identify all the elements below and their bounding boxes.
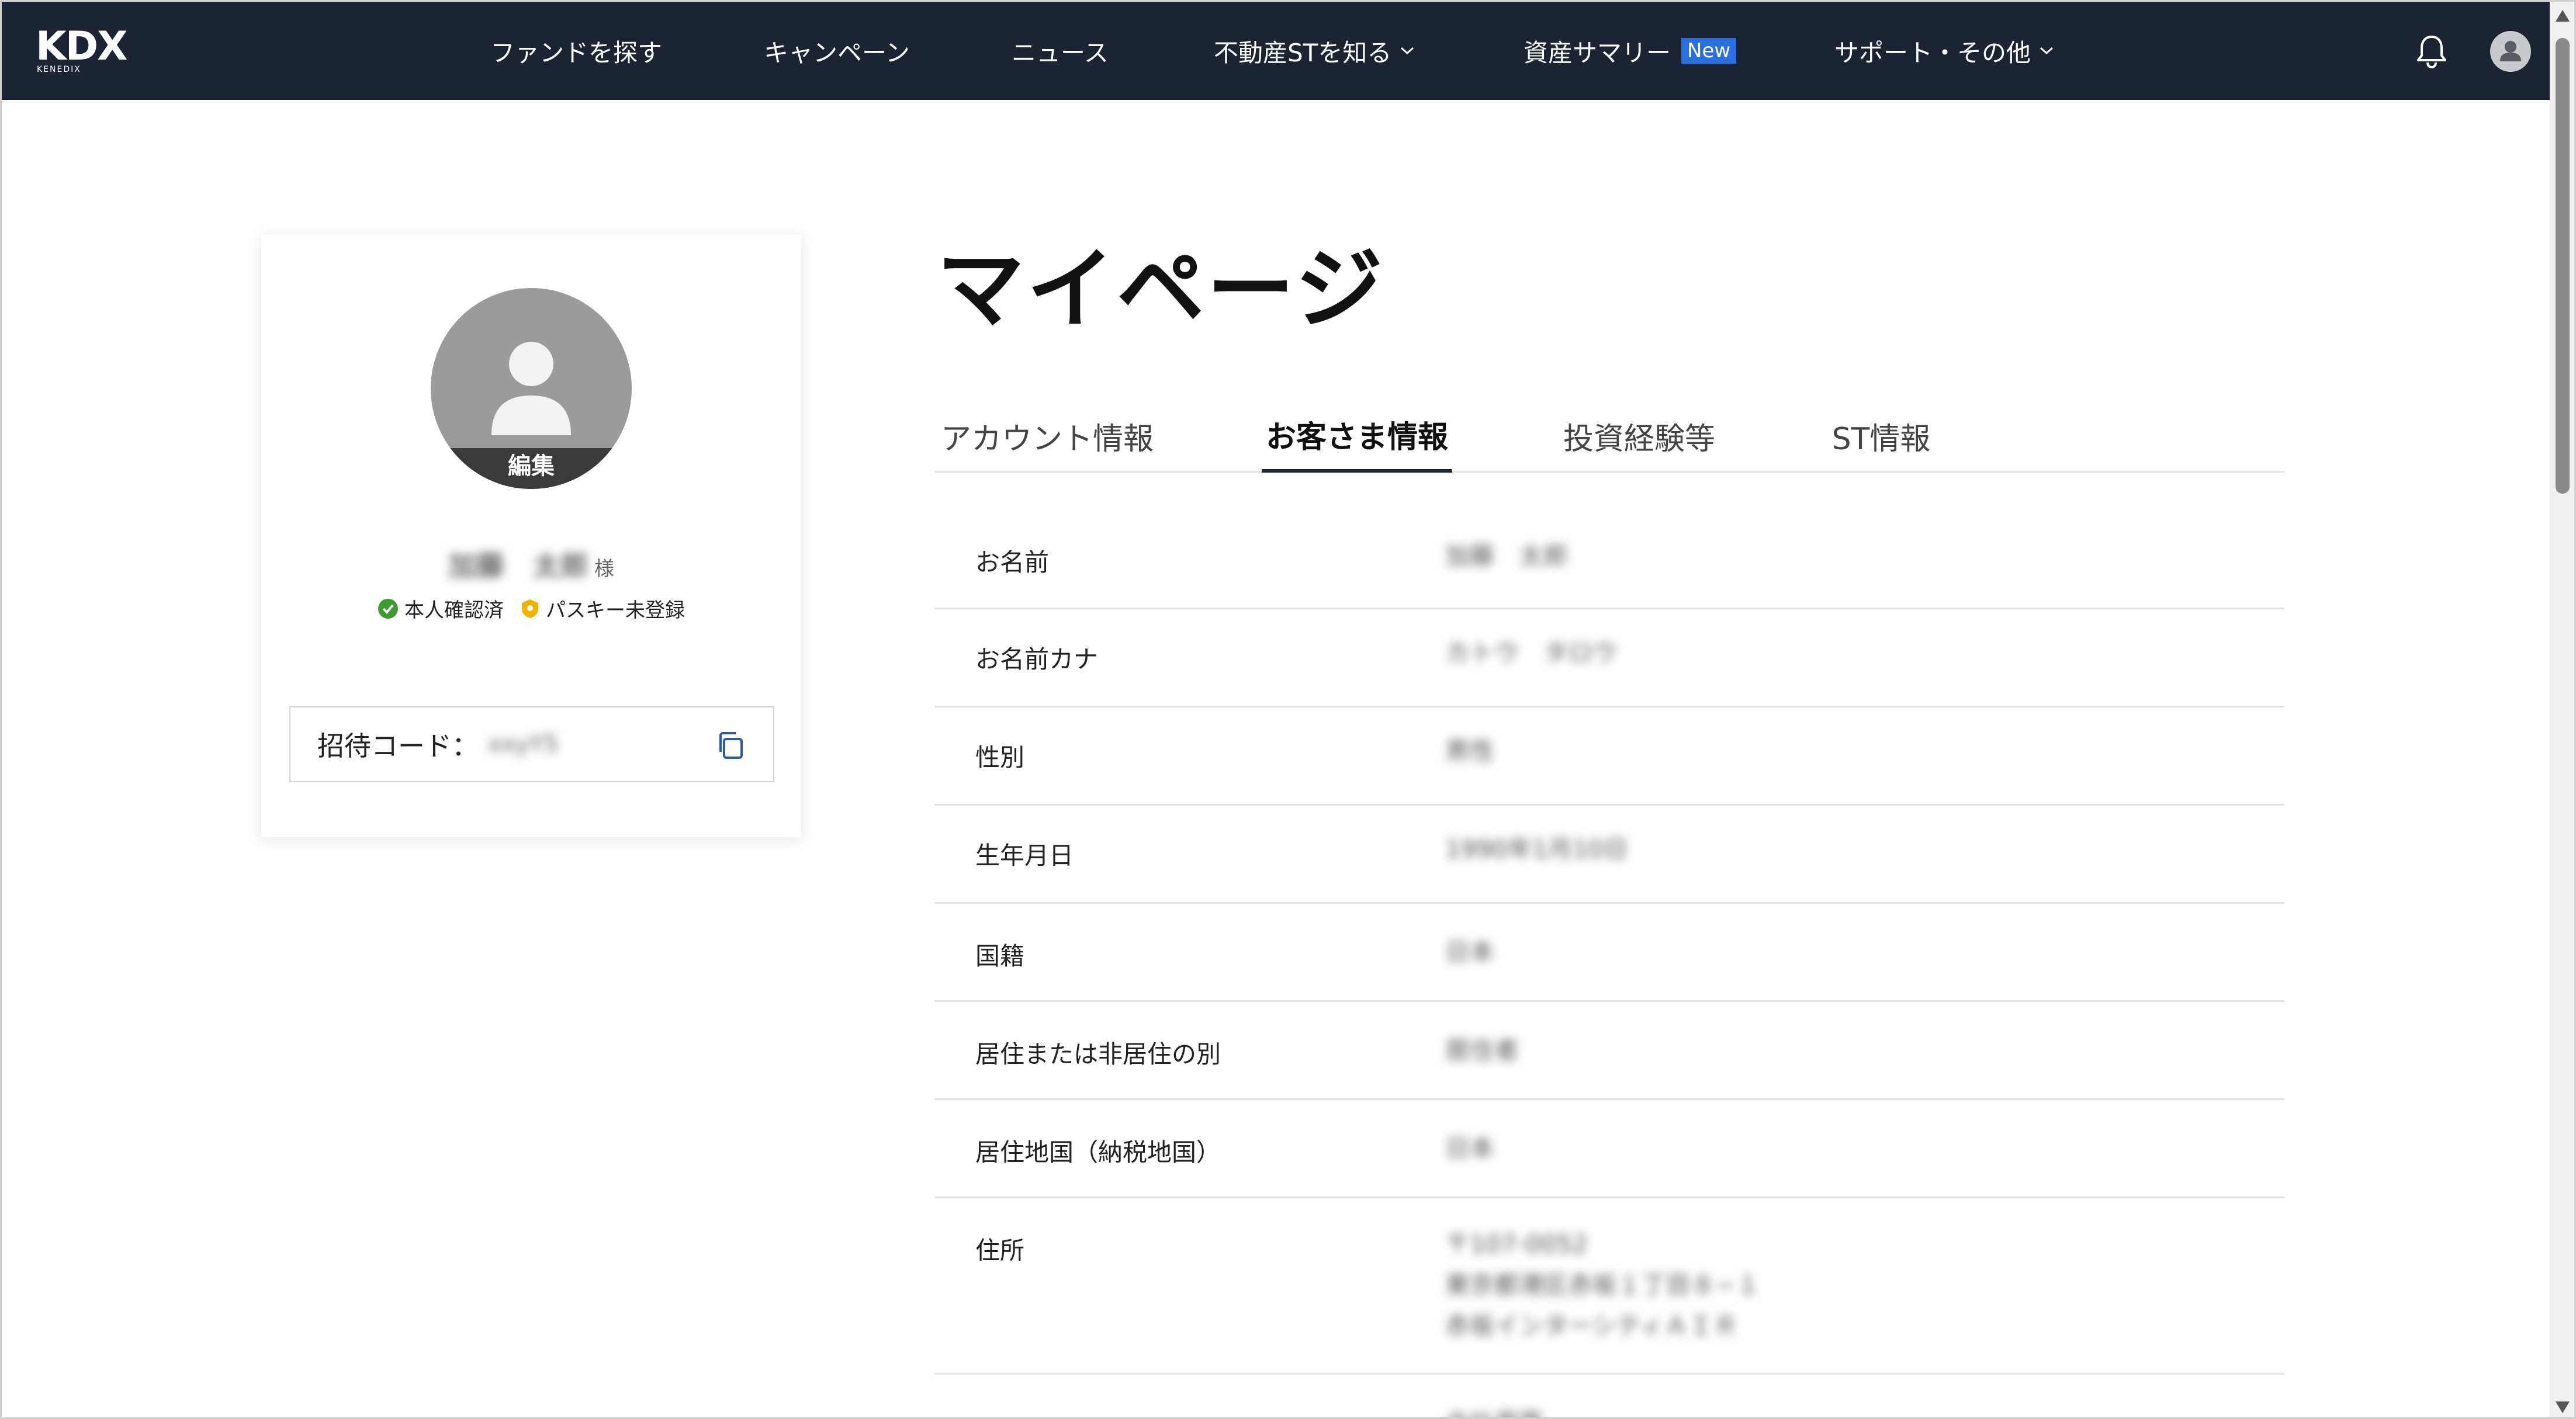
logo-text: KDX — [36, 23, 128, 70]
user-name-text: 加藤 太郎 — [448, 550, 588, 582]
row-value: カトウ タロウ — [1445, 639, 1618, 667]
nav-campaign[interactable]: キャンペーン — [764, 2, 910, 100]
badge-label: パスキー未登録 — [546, 599, 685, 622]
nav-label: 資産サマリー — [1524, 38, 1671, 67]
row-value: 日本 — [1445, 938, 1495, 966]
nav-asset-summary[interactable]: 資産サマリー New — [1524, 2, 1737, 100]
notification-bell-icon[interactable] — [2414, 33, 2449, 70]
tab-st-info[interactable]: ST情報 — [1829, 399, 1934, 473]
row-label: 生年月日 — [975, 841, 1074, 870]
tab-label: アカウント情報 — [940, 421, 1154, 457]
nav-support[interactable]: サポート・その他 — [1834, 2, 2054, 100]
table-row: 居住または非居住の別 居住者 — [934, 1002, 2284, 1100]
address-value: 〒107-0052 東京都港区赤坂１丁目８−１ 赤坂インターシティＡＩＲ — [1445, 1224, 1760, 1373]
nav-label: キャンペーン — [764, 38, 910, 67]
row-label: 住所 — [975, 1236, 1025, 1265]
profile-avatar[interactable]: 編集 — [431, 288, 632, 489]
address-line: 赤坂インターシティＡＩＲ — [1445, 1312, 1738, 1340]
row-label: お名前 — [975, 548, 1050, 577]
invite-code-box: 招待コード： xxyY5 — [289, 706, 774, 782]
row-value: 男性 — [1445, 737, 1495, 765]
mypage-tabs: アカウント情報 お客さま情報 投資経験等 ST情報 — [934, 399, 2284, 473]
table-row: 居住地国（納税地国） 日本 — [934, 1100, 2284, 1198]
row-value: 加藤 太郎 — [1445, 542, 1569, 570]
badge-label: 本人確認済 — [404, 599, 504, 622]
customer-info-table: お名前 加藤 太郎 お名前カナ カトウ タロウ 性別 男性 生年月日 1990年… — [934, 473, 2284, 1417]
honorific: 様 — [594, 557, 614, 581]
table-row: 住所 〒107-0052 東京都港区赤坂１丁目８−１ 赤坂インターシティＡＩＲ — [934, 1198, 2284, 1375]
nav-label: 不動産STを知る — [1214, 38, 1392, 67]
row-label: 居住地国（納税地国） — [975, 1138, 1221, 1167]
status-badges: 本人確認済 パスキー未登録 — [261, 594, 801, 623]
nav-label: ファンドを探す — [490, 38, 663, 67]
row-label: お名前カナ — [975, 645, 1099, 674]
browser-viewport: KDX KENEDIX ファンドを探す キャンペーン ニュース 不動産STを知る… — [0, 0, 2576, 1419]
user-name: 加藤 太郎様 — [261, 543, 801, 584]
identity-verified-badge: 本人確認済 — [378, 594, 504, 623]
nav-learn-st[interactable]: 不動産STを知る — [1214, 2, 1415, 100]
address-line: 〒107-0052 — [1445, 1230, 1588, 1258]
tab-customer-info[interactable]: お客さま情報 — [1262, 399, 1452, 473]
nav-find-funds[interactable]: ファンドを探す — [490, 2, 662, 100]
address-line: 東京都港区赤坂１丁目８−１ — [1445, 1271, 1761, 1299]
row-value: 会社員等 — [1445, 1403, 1543, 1417]
kdx-logo[interactable]: KDX KENEDIX — [36, 23, 147, 75]
row-label: 居住または非居住の別 — [975, 1040, 1221, 1068]
scrollbar-thumb[interactable] — [2556, 38, 2570, 494]
logo-subtext: KENEDIX — [37, 65, 81, 74]
row-label: 国籍 — [975, 942, 1025, 970]
row-value: 1990年1月10日 — [1445, 835, 1629, 863]
row-label: 性別 — [975, 743, 1025, 772]
vertical-scrollbar[interactable] — [2550, 2, 2574, 1417]
table-row: お名前 加藤 太郎 — [934, 473, 2284, 609]
user-icon — [2500, 41, 2521, 61]
top-navigation: KDX KENEDIX ファンドを探す キャンペーン ニュース 不動産STを知る… — [2, 2, 2550, 100]
new-badge: New — [1681, 38, 1737, 64]
table-row: 性別 男性 — [934, 707, 2284, 806]
tab-label: 投資経験等 — [1563, 421, 1716, 457]
copy-icon[interactable] — [715, 730, 746, 761]
row-value: 日本 — [1445, 1134, 1495, 1163]
table-row: 会社員等 — [934, 1375, 2284, 1417]
chevron-down-icon — [2039, 46, 2054, 55]
user-menu-avatar[interactable] — [2490, 31, 2531, 72]
table-row: お名前カナ カトウ タロウ — [934, 609, 2284, 707]
chevron-down-icon — [1400, 46, 1415, 55]
tab-investment-experience[interactable]: 投資経験等 — [1563, 399, 1715, 473]
tab-label: ST情報 — [1831, 421, 1931, 457]
page-title: マイページ — [937, 238, 1386, 341]
scroll-up-arrow-icon[interactable] — [2556, 10, 2570, 22]
table-row: 国籍 日本 — [934, 904, 2284, 1002]
avatar-edit-button[interactable]: 編集 — [431, 448, 632, 489]
nav-label: ニュース — [1012, 38, 1109, 67]
row-label — [934, 1403, 1445, 1417]
nav-news[interactable]: ニュース — [1012, 2, 1109, 100]
nav-label: サポート・その他 — [1834, 38, 2031, 67]
tab-account-info[interactable]: アカウント情報 — [939, 399, 1155, 473]
tab-label: お客さま情報 — [1265, 419, 1448, 455]
invite-code-label: 招待コード： — [317, 730, 479, 762]
row-value: 居住者 — [1445, 1036, 1519, 1064]
profile-card: 編集 加藤 太郎様 本人確認済 パスキー未登録 招待コード： xxyY5 — [261, 234, 801, 837]
table-row: 生年月日 1990年1月10日 — [934, 806, 2284, 904]
invite-code-value: xxyY5 — [488, 731, 559, 758]
passkey-badge: パスキー未登録 — [520, 594, 685, 623]
shield-icon — [522, 599, 538, 618]
scroll-down-arrow-icon[interactable] — [2556, 1401, 2570, 1413]
check-circle-icon — [378, 598, 398, 619]
